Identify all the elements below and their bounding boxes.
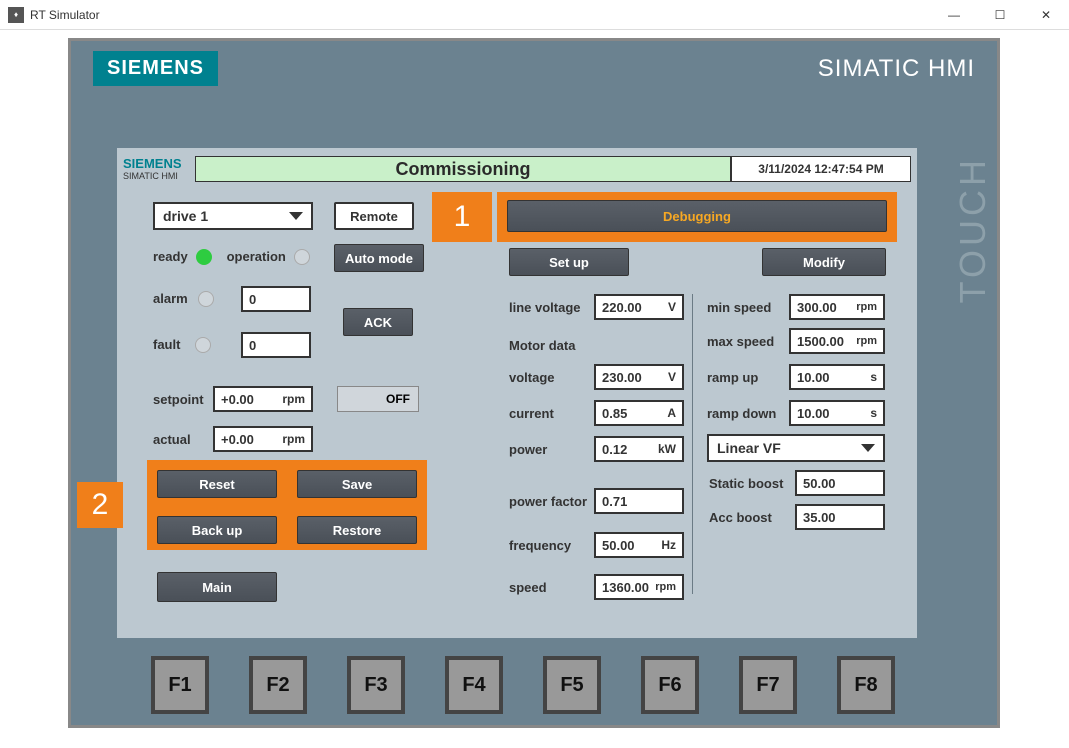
ramp-up-value[interactable]: 10.00s — [789, 364, 885, 390]
separator — [692, 294, 693, 594]
debugging-button[interactable]: Debugging — [507, 200, 887, 232]
app-icon: ♦ — [8, 7, 24, 23]
backup-button[interactable]: Back up — [157, 516, 277, 544]
fkey-f2[interactable]: F2 — [249, 656, 307, 714]
siemens-logo: SIEMENS — [93, 51, 218, 86]
ramp-down-label: ramp down — [707, 406, 776, 421]
alarm-indicator — [198, 291, 214, 307]
max-speed-value[interactable]: 1500.00rpm — [789, 328, 885, 354]
min-speed-value[interactable]: 300.00rpm — [789, 294, 885, 320]
line-voltage-value[interactable]: 220.00V — [594, 294, 684, 320]
panel-brand: SIEMENS — [123, 156, 195, 171]
operation-indicator — [294, 249, 310, 265]
panel-product: SIMATIC HMI — [123, 171, 195, 181]
ack-button[interactable]: ACK — [343, 308, 413, 336]
main-button[interactable]: Main — [157, 572, 277, 602]
current-label: current — [509, 406, 554, 421]
freq-label: frequency — [509, 538, 571, 553]
voltage-label: voltage — [509, 370, 555, 385]
max-speed-label: max speed — [707, 334, 774, 349]
vf-mode-selector[interactable]: Linear VF — [707, 434, 885, 462]
drive-toggle[interactable]: OFF — [337, 386, 419, 412]
speed-value[interactable]: 1360.00rpm — [594, 574, 684, 600]
ready-indicator — [196, 249, 212, 265]
vf-mode-value: Linear VF — [717, 440, 781, 456]
power-value[interactable]: 0.12kW — [594, 436, 684, 462]
auto-mode-button[interactable]: Auto mode — [334, 244, 424, 272]
pf-value[interactable]: 0.71 — [594, 488, 684, 514]
freq-value[interactable]: 50.00Hz — [594, 532, 684, 558]
page-title: Commissioning — [195, 156, 731, 182]
current-value[interactable]: 0.85A — [594, 400, 684, 426]
line-voltage-label: line voltage — [509, 300, 581, 315]
ready-label: ready — [153, 249, 188, 264]
setup-button[interactable]: Set up — [509, 248, 629, 276]
fkey-f5[interactable]: F5 — [543, 656, 601, 714]
save-button[interactable]: Save — [297, 470, 417, 498]
setpoint-value[interactable]: +0.00rpm — [213, 386, 313, 412]
maximize-button[interactable]: ☐ — [977, 0, 1023, 30]
close-button[interactable]: ✕ — [1023, 0, 1069, 30]
fkey-f8[interactable]: F8 — [837, 656, 895, 714]
fault-label: fault — [153, 337, 180, 352]
callout-number-2: 2 — [77, 482, 123, 528]
fault-value[interactable]: 0 — [241, 332, 311, 358]
drive-selector[interactable]: drive 1 — [153, 202, 313, 230]
window-titlebar: ♦ RT Simulator — ☐ ✕ — [0, 0, 1069, 30]
acc-boost-label: Acc boost — [709, 510, 772, 525]
callout-number-1: 1 — [432, 192, 492, 242]
voltage-value[interactable]: 230.00V — [594, 364, 684, 390]
fkey-row: F1 F2 F3 F4 F5 F6 F7 F8 — [151, 656, 895, 714]
remote-button[interactable]: Remote — [334, 202, 414, 230]
product-label: SIMATIC HMI — [818, 55, 975, 83]
alarm-label: alarm — [153, 291, 188, 306]
restore-button[interactable]: Restore — [297, 516, 417, 544]
ramp-down-value[interactable]: 10.00s — [789, 400, 885, 426]
drive-selector-value: drive 1 — [163, 208, 208, 224]
modify-button[interactable]: Modify — [762, 248, 886, 276]
minimize-button[interactable]: — — [931, 0, 977, 30]
power-label: power — [509, 442, 547, 457]
min-speed-label: min speed — [707, 300, 771, 315]
reset-button[interactable]: Reset — [157, 470, 277, 498]
fault-indicator — [195, 337, 211, 353]
touch-label: TOUCH — [952, 156, 994, 303]
acc-boost-value[interactable]: 35.00 — [795, 504, 885, 530]
alarm-value[interactable]: 0 — [241, 286, 311, 312]
fkey-f6[interactable]: F6 — [641, 656, 699, 714]
window-title: RT Simulator — [30, 8, 100, 22]
operation-label: operation — [227, 249, 286, 264]
fkey-f3[interactable]: F3 — [347, 656, 405, 714]
hmi-frame: SIEMENS SIMATIC HMI TOUCH SIEMENS SIMATI… — [68, 38, 1000, 728]
speed-label: speed — [509, 580, 547, 595]
main-panel: SIEMENS SIMATIC HMI Commissioning 3/11/2… — [117, 148, 917, 638]
setpoint-label: setpoint — [153, 392, 204, 407]
actual-label: actual — [153, 432, 191, 447]
ramp-up-label: ramp up — [707, 370, 758, 385]
datetime: 3/11/2024 12:47:54 PM — [731, 156, 911, 182]
pf-label: power factor — [509, 494, 587, 509]
fkey-f4[interactable]: F4 — [445, 656, 503, 714]
motor-data-label: Motor data — [509, 338, 575, 353]
fkey-f7[interactable]: F7 — [739, 656, 797, 714]
actual-value: +0.00rpm — [213, 426, 313, 452]
static-boost-label: Static boost — [709, 476, 783, 491]
chevron-down-icon — [861, 444, 875, 452]
static-boost-value[interactable]: 50.00 — [795, 470, 885, 496]
chevron-down-icon — [289, 212, 303, 220]
fkey-f1[interactable]: F1 — [151, 656, 209, 714]
